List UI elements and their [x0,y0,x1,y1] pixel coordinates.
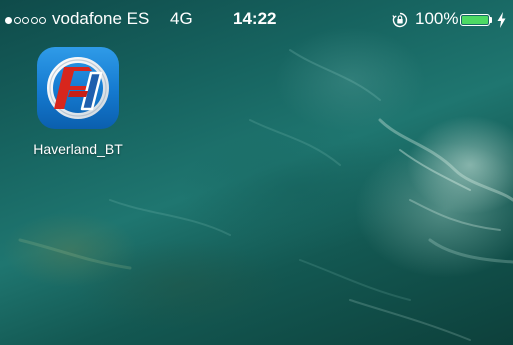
battery-icon [460,14,490,26]
signal-dot [30,16,38,24]
battery-cap [490,17,492,23]
carrier-name: vodafone ES [52,9,150,28]
signal-dot [13,16,21,24]
app-haverland-bt[interactable]: Haverland_BT [30,47,126,167]
app-label: Haverland_BT [33,141,123,157]
status-bar: vodafone ES 4G 14:22 100% [0,0,513,38]
network-type: 4G [170,9,193,28]
signal-strength-indicator [5,14,48,26]
signal-dot [5,16,12,24]
status-time: 14:22 [233,9,277,28]
signal-dot [22,16,29,24]
battery-level-fill [462,16,488,24]
battery-percentage: 100% [415,9,459,28]
home-screen: vodafone ES 4G 14:22 100% Haverland_BT [0,0,513,345]
signal-dot [39,16,46,24]
lightning-bolt-icon [497,12,506,28]
orientation-lock-icon [392,12,408,28]
haverland-app-icon[interactable] [37,47,119,129]
